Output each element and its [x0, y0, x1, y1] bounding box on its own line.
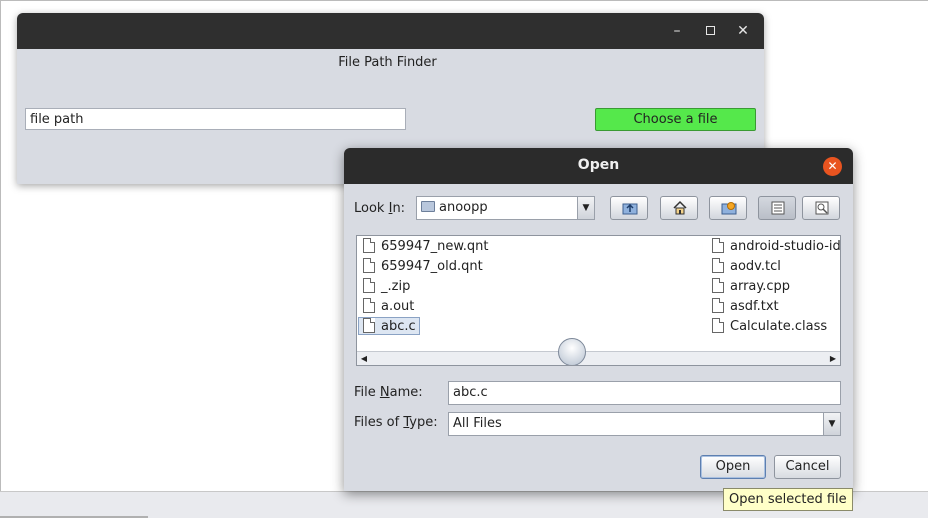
chevron-down-icon[interactable]: ▼	[823, 413, 840, 435]
files-of-type-value: All Files	[453, 416, 502, 431]
new-folder-icon	[721, 202, 737, 215]
list-item[interactable]: Calculate.class	[712, 318, 830, 336]
new-folder-button[interactable]	[709, 196, 747, 220]
file-icon	[363, 318, 375, 333]
desktop-left-edge	[0, 0, 1, 491]
scroll-right-icon[interactable]: ▶	[828, 353, 838, 365]
home-button[interactable]	[660, 196, 698, 220]
files-of-type-combo[interactable]: All Files ▼	[448, 412, 841, 436]
file-icon	[363, 258, 375, 273]
look-in-value: anoopp	[439, 200, 488, 215]
cancel-button[interactable]: Cancel	[774, 455, 841, 479]
list-item[interactable]: 659947_old.qnt	[363, 258, 486, 276]
up-folder-icon	[622, 203, 638, 215]
open-tooltip: Open selected file	[723, 488, 853, 511]
file-icon	[712, 318, 724, 333]
open-dialog: Open ✕ Look In: anoopp ▼ 659947_new.qnt …	[344, 148, 853, 491]
look-in-combo[interactable]: anoopp ▼	[416, 196, 595, 220]
list-item[interactable]: aodv.tcl	[712, 258, 784, 276]
app-titlebar[interactable]: – ✕	[17, 13, 764, 49]
file-icon	[363, 298, 375, 313]
files-of-type-label: Files of Type:	[354, 415, 438, 430]
file-icon	[363, 238, 375, 253]
choose-file-button[interactable]: Choose a file	[595, 108, 756, 131]
list-item[interactable]: array.cpp	[712, 278, 793, 296]
scroll-thumb[interactable]	[558, 338, 586, 365]
file-icon	[712, 258, 724, 273]
dialog-close-icon[interactable]: ✕	[823, 157, 842, 176]
horizontal-scrollbar[interactable]: ◀ ▶	[357, 338, 840, 365]
scroll-left-icon[interactable]: ◀	[359, 353, 369, 365]
file-icon	[712, 238, 724, 253]
open-button[interactable]: Open	[700, 455, 766, 479]
list-item[interactable]: asdf.txt	[712, 298, 782, 316]
list-view-icon	[771, 201, 785, 215]
file-list[interactable]: 659947_new.qnt 659947_old.qnt _.zip a.ou…	[356, 235, 841, 366]
file-name-label: File Name:	[354, 385, 423, 400]
file-path-input[interactable]	[25, 108, 406, 130]
file-name-field[interactable]: abc.c	[448, 381, 841, 405]
list-item[interactable]: android-studio-ide	[712, 238, 840, 256]
up-folder-button[interactable]	[610, 196, 648, 220]
list-item-selected[interactable]: abc.c	[358, 317, 420, 335]
list-view-button[interactable]	[758, 196, 796, 220]
details-view-icon	[815, 201, 829, 215]
list-item[interactable]: _.zip	[363, 278, 413, 296]
home-icon	[673, 200, 687, 215]
look-in-label: Look In:	[354, 201, 406, 216]
maximize-icon[interactable]	[701, 22, 719, 40]
minimize-icon[interactable]: –	[668, 22, 686, 40]
dialog-titlebar[interactable]: Open ✕	[344, 148, 853, 184]
chevron-down-icon[interactable]: ▼	[577, 197, 594, 219]
dialog-title: Open	[577, 157, 620, 173]
app-title-label: File Path Finder	[338, 55, 437, 70]
file-icon	[363, 278, 375, 293]
list-item[interactable]: a.out	[363, 298, 417, 316]
folder-icon	[421, 201, 435, 212]
file-icon	[712, 278, 724, 293]
file-icon	[712, 298, 724, 313]
list-item[interactable]: 659947_new.qnt	[363, 238, 492, 256]
desktop-top-edge	[0, 0, 928, 1]
close-icon[interactable]: ✕	[734, 22, 752, 40]
details-view-button[interactable]	[802, 196, 840, 220]
